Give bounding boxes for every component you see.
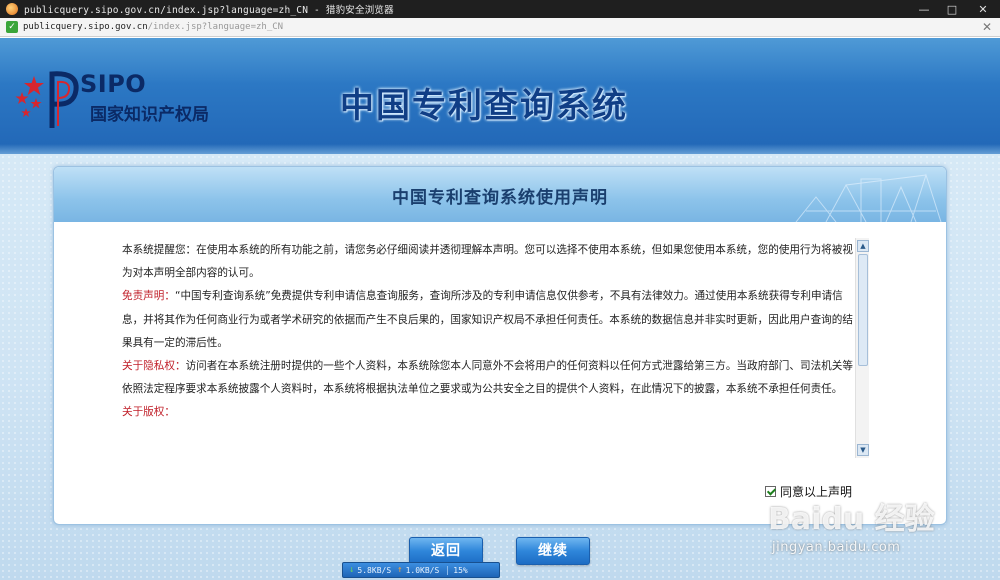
disclaimer-paragraph: 免责声明：“中国专利查询系统”免费提供专利申请信息查询服务，查询所涉及的专利申请…	[122, 285, 854, 355]
declaration-panel: 中国专利查询系统使用声明 本系统提醒您：在使用本系统的所有功能之前，请您务必仔细…	[53, 166, 947, 525]
paragraph-text: 访问者在本系统注册时提供的一些个人资料，本系统除您本人同意外不会将用户的任何资料…	[122, 360, 853, 396]
intro-paragraph: 本系统提醒您：在使用本系统的所有功能之前，请您务必仔细阅读并透彻理解本声明。您可…	[122, 239, 854, 285]
upload-arrow-icon: ↑	[397, 565, 403, 575]
panel-title: 中国专利查询系统使用声明	[392, 188, 608, 208]
paragraph-label: 关于隐私权：	[122, 360, 186, 373]
declaration-text: 本系统提醒您：在使用本系统的所有功能之前，请您务必仔细阅读并透彻理解本声明。您可…	[122, 239, 854, 461]
privacy-paragraph: 关于隐私权：访问者在本系统注册时提供的一些个人资料，本系统除您本人同意外不会将用…	[122, 355, 854, 401]
scroll-down-icon[interactable]: ▼	[857, 444, 869, 456]
download-speed: 5.8KB/S	[357, 565, 392, 575]
back-button[interactable]: 返回	[409, 537, 483, 565]
scroll-thumb[interactable]	[858, 254, 868, 366]
baidu-watermark: Baidu 经验 jingyan.baidu.com	[768, 490, 998, 580]
url-host: publicquery.sipo.gov.cn	[23, 22, 148, 32]
close-window-button[interactable]: ✕	[966, 0, 1000, 18]
address-bar[interactable]: ✓ publicquery.sipo.gov.cn/index.jsp?lang…	[0, 18, 1000, 37]
browser-logo-icon	[6, 3, 18, 15]
copyright-paragraph: 关于版权：	[122, 401, 854, 424]
window-controls: — □ ✕	[910, 0, 1000, 18]
logo-subtitle: 国家知识产权局	[90, 105, 209, 125]
window-title: publicquery.sipo.gov.cn/index.jsp?langua…	[24, 5, 394, 16]
cpu-percent: 15%	[447, 565, 468, 575]
paragraph-text: 本系统提醒您：在使用本系统的所有功能之前，请您务必仔细阅读并透彻理解本声明。您可…	[122, 244, 853, 280]
logo-text: SIPO	[80, 70, 147, 98]
network-speed-bar: ↓ 5.8KB/S ↑ 1.0KB/S 15%	[342, 562, 500, 578]
secure-check-icon: ✓	[6, 21, 18, 33]
watermark-url: jingyan.baidu.com	[772, 540, 901, 555]
paragraph-text: “中国专利查询系统”免费提供专利申请信息查询服务，查询所涉及的专利申请信息仅供参…	[122, 290, 853, 349]
sipo-logo[interactable]: SIPO 国家知识产权局	[14, 66, 229, 138]
text-scrollbar[interactable]: ▲ ▼	[855, 238, 869, 458]
paragraph-label: 免责声明：	[122, 290, 175, 303]
close-tab-icon[interactable]: ✕	[982, 20, 992, 34]
url-path: /index.jsp?language=zh_CN	[147, 22, 284, 32]
scroll-up-icon[interactable]: ▲	[857, 240, 869, 252]
continue-button[interactable]: 继续	[516, 537, 590, 565]
url-field[interactable]: publicquery.sipo.gov.cn/index.jsp?langua…	[23, 22, 283, 32]
upload-speed: 1.0KB/S	[405, 565, 440, 575]
minimize-button[interactable]: —	[910, 0, 938, 18]
watermark-brand: Baidu 经验	[768, 502, 935, 537]
system-title: 中国专利查询系统	[340, 86, 628, 126]
paragraph-label: 关于版权：	[122, 406, 175, 419]
download-arrow-icon: ↓	[349, 565, 355, 575]
panel-header: 中国专利查询系统使用声明	[54, 167, 946, 222]
window-title-bar: publicquery.sipo.gov.cn/index.jsp?langua…	[0, 0, 1000, 18]
maximize-button[interactable]: □	[938, 0, 966, 18]
site-header: SIPO 国家知识产权局 中国专利查询系统	[0, 38, 1000, 154]
sipo-p-mark-icon	[49, 71, 79, 128]
